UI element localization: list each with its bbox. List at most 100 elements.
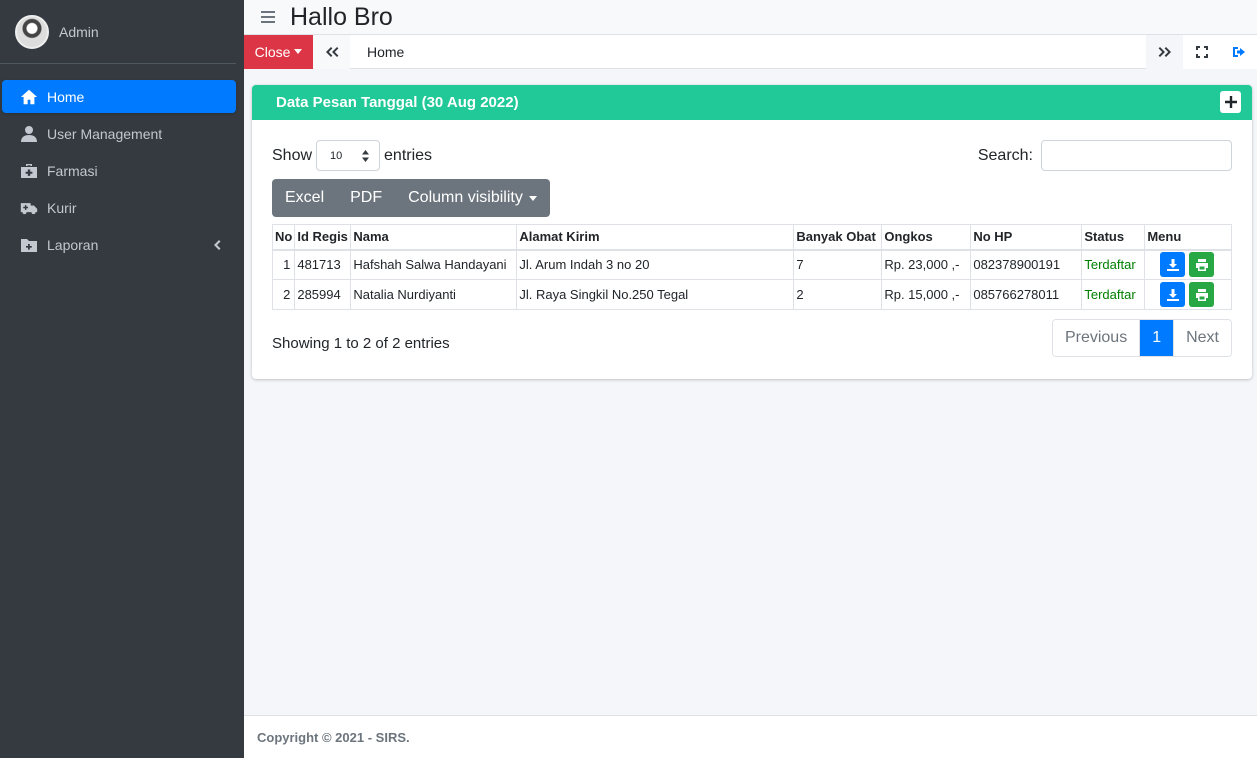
pagination: Previous 1 Next [1051,319,1232,357]
col-alamat-kirim[interactable]: Alamat Kirim [516,224,795,251]
cell-status: Terdaftar [1081,279,1146,310]
double-chevron-right-icon [1158,46,1171,57]
sidebar-item-user-management[interactable]: User Management [2,117,236,150]
logout-button[interactable] [1220,34,1257,69]
sign-out-icon [1232,46,1245,57]
tab-bar-right-tools [1146,34,1257,69]
table-row: 1 481713 Hafshah Salwa Handayani Jl. Aru… [271,249,1232,280]
table-controls: Show 10 entries Search: [272,140,1232,172]
column-visibility-label: Column visibility [408,189,523,206]
previous-page-button[interactable]: Previous [1052,320,1140,356]
scroll-right-button[interactable] [1146,34,1183,69]
table-header-row: No Id Regis Nama Alamat Kirim Banyak Oba… [271,224,1232,251]
sidebar-item-laporan[interactable]: Laporan [2,228,236,261]
download-button[interactable] [1160,282,1186,307]
sidebar-item-label: Kurir [47,199,77,216]
cell-alamat: Jl. Arum Indah 3 no 20 [516,249,795,280]
caret-down-icon [294,49,303,54]
user-panel[interactable]: Admin [0,0,236,64]
ambulance-icon [18,199,40,217]
cell-ongkos: Rp. 23,000 ,- [881,249,972,280]
sort-arrows-icon [362,150,370,162]
cell-nama: Natalia Nurdiyanti [350,279,518,310]
sidebar-item-kurir[interactable]: Kurir [2,191,236,224]
page-1-button[interactable]: 1 [1139,320,1174,356]
sidebar-item-label: Farmasi [47,162,98,179]
download-icon [1166,288,1179,301]
user-icon [18,125,40,143]
col-status[interactable]: Status [1081,224,1146,251]
entries-select[interactable]: 10 [316,140,381,171]
cell-menu [1144,279,1232,310]
avatar [15,14,49,49]
print-icon [1195,288,1208,301]
col-menu: Menu [1144,224,1232,251]
caret-down-icon [528,195,537,201]
medkit-icon [18,162,40,180]
footer: Copyright © 2021 - SIRS. [244,715,1257,758]
tab-home[interactable]: Home [367,44,404,60]
chevron-left-icon [212,238,222,250]
sidebar-item-label: Home [47,88,85,105]
cell-no-hp: 085766278011 [970,279,1083,310]
card-header: Data Pesan Tanggal (30 Aug 2022) [252,85,1252,120]
pdf-button[interactable]: PDF [337,179,395,217]
table-row: 2 285994 Natalia Nurdiyanti Jl. Raya Sin… [271,279,1232,310]
col-banyak-obat[interactable]: Banyak Obat [793,224,883,251]
close-dropdown-button[interactable]: Close [244,34,313,69]
fullscreen-button[interactable] [1183,34,1220,69]
download-button[interactable] [1160,252,1186,278]
double-chevron-left-icon [325,46,338,57]
hamburger-menu-icon[interactable] [261,8,275,26]
card-title: Data Pesan Tanggal (30 Aug 2022) [276,94,519,111]
length-control: Show 10 entries [272,140,432,171]
cell-no: 2 [271,279,296,310]
expand-icon [1195,45,1208,58]
copyright-text: Copyright © 2021 - SIRS. [257,729,410,745]
col-nama[interactable]: Nama [350,224,518,251]
print-icon [1195,258,1208,271]
home-icon [18,88,40,106]
sidebar-item-home[interactable]: Home [2,80,236,113]
sidebar-item-label: User Management [47,125,163,142]
print-button[interactable] [1189,282,1215,307]
col-id-regis[interactable]: Id Regis [294,224,352,251]
cell-status: Terdaftar [1081,249,1146,280]
tab-bar: Close Home [244,34,1257,69]
excel-button[interactable]: Excel [272,179,337,217]
search-control: Search: [978,140,1232,171]
orders-table: No Id Regis Nama Alamat Kirim Banyak Oba… [271,224,1232,310]
entries-value: 10 [330,149,343,162]
export-button-group: Excel PDF Column visibility [272,179,550,217]
page-title: Hallo Bro [290,2,393,31]
cell-id-regis: 481713 [294,249,352,280]
cell-nama: Hafshah Salwa Handayani [350,249,518,280]
orders-card: Data Pesan Tanggal (30 Aug 2022) Show 10… [252,85,1252,379]
table-info: Showing 1 to 2 of 2 entries [272,335,450,352]
entries-label: entries [384,146,433,164]
plus-icon [1224,96,1237,108]
sidebar-nav: Home User Management Farmasi Kurir Lapor… [0,64,244,261]
top-header: Hallo Bro [244,0,1257,35]
cell-no-hp: 082378900191 [970,249,1083,280]
cell-id-regis: 285994 [294,279,352,310]
app: Admin Home User Management Farmasi Kurir… [0,0,1257,758]
scroll-left-button[interactable] [313,34,350,69]
search-label: Search: [977,146,1033,164]
close-label: Close [254,43,291,60]
user-name: Admin [59,23,99,40]
show-label: Show [272,146,313,164]
cell-menu [1144,249,1232,280]
cell-alamat: Jl. Raya Singkil No.250 Tegal [516,279,795,310]
col-ongkos[interactable]: Ongkos [881,224,972,251]
add-button[interactable] [1220,91,1241,113]
next-page-button[interactable]: Next [1173,320,1231,356]
sidebar-item-farmasi[interactable]: Farmasi [2,154,236,187]
sidebar-item-label: Laporan [47,236,99,253]
col-no-hp[interactable]: No HP [970,224,1083,251]
col-no[interactable]: No [271,224,296,251]
folder-plus-icon [18,236,40,254]
print-button[interactable] [1189,252,1215,278]
column-visibility-button[interactable]: Column visibility [395,179,550,217]
search-input[interactable] [1041,140,1232,171]
